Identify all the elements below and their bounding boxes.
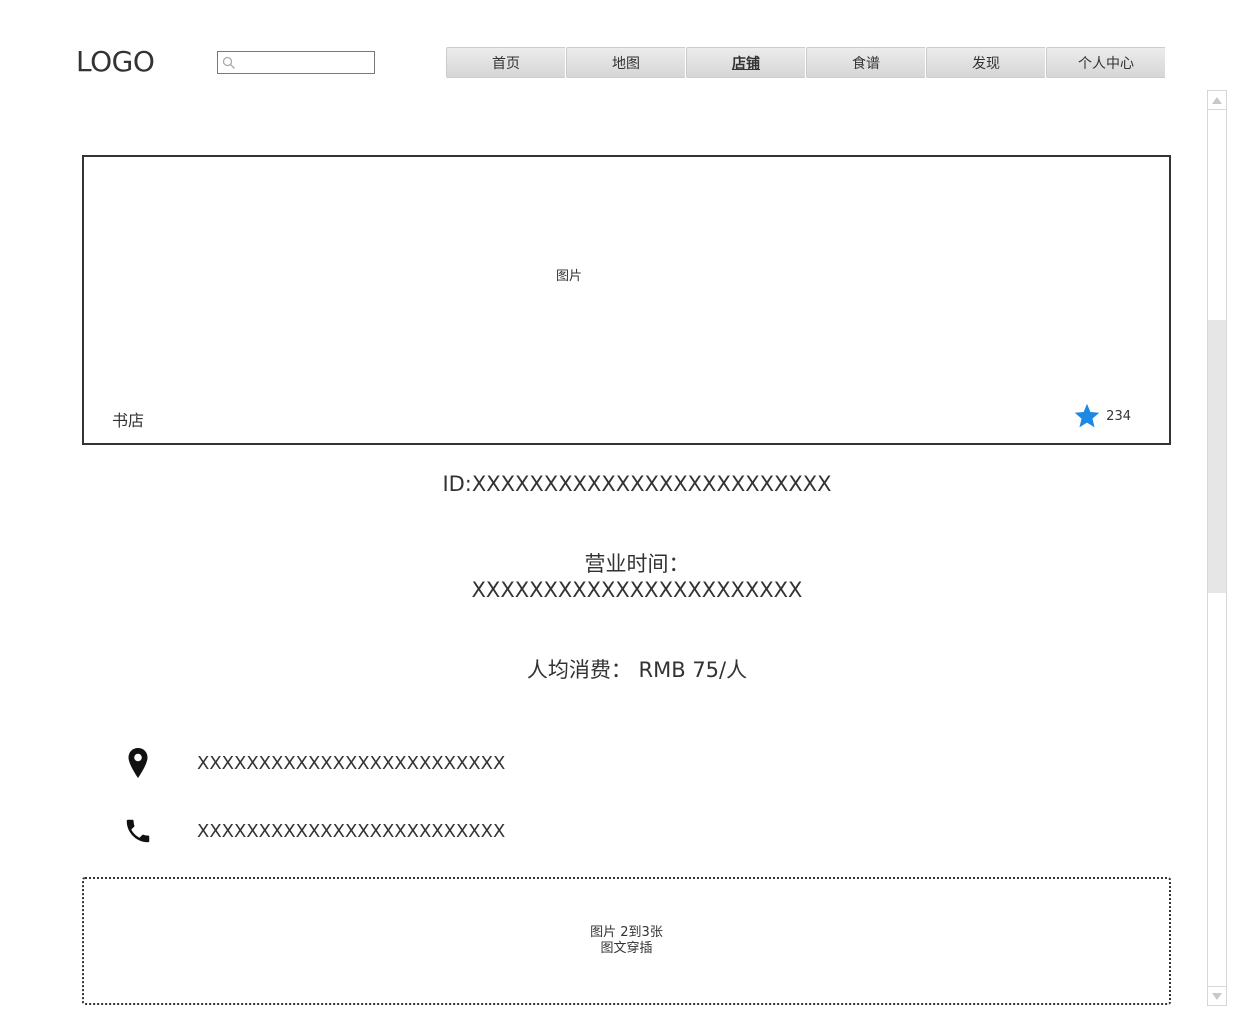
- logo[interactable]: LOGO: [76, 44, 155, 80]
- search-box[interactable]: [217, 51, 375, 74]
- address-row: XXXXXXXXXXXXXXXXXXXXXXXXX: [118, 745, 505, 781]
- location-pin-icon: [128, 748, 148, 778]
- address-text: XXXXXXXXXXXXXXXXXXXXXXXXX: [197, 752, 506, 774]
- banner-placeholder-text: 图片: [556, 269, 583, 284]
- triangle-up-icon: [1212, 96, 1222, 104]
- triangle-down-icon: [1212, 992, 1222, 1000]
- business-hours-value: XXXXXXXXXXXXXXXXXXXXXXX: [471, 578, 803, 602]
- nav-map[interactable]: 地图: [566, 47, 686, 78]
- shop-banner-image: 图片 书店 234: [82, 155, 1171, 445]
- search-input[interactable]: [236, 53, 374, 72]
- phone-text[interactable]: XXXXXXXXXXXXXXXXXXXXXXXXX: [197, 821, 505, 842]
- favorite-badge[interactable]: 234: [1073, 402, 1131, 430]
- phone-icon[interactable]: [123, 816, 153, 846]
- shop-name: 书店: [112, 411, 145, 430]
- gallery-line-1: 图片 2到3张: [590, 925, 663, 940]
- favorite-count: 234: [1106, 408, 1131, 424]
- scroll-down-button[interactable]: [1208, 986, 1226, 1005]
- main-nav: 首页 地图 店铺 食谱 发现 个人中心: [446, 47, 1166, 78]
- gallery-placeholder: 图片 2到3张 图文穿插: [82, 877, 1171, 1005]
- scroll-up-button[interactable]: [1208, 91, 1226, 110]
- phone-row: XXXXXXXXXXXXXXXXXXXXXXXXX: [118, 813, 505, 849]
- star-icon[interactable]: [1073, 402, 1101, 430]
- shop-id: ID:XXXXXXXXXXXXXXXXXXXXXXXXX: [442, 472, 832, 496]
- nav-recipes[interactable]: 食谱: [806, 47, 926, 78]
- business-hours-label: 营业时间：: [584, 552, 690, 576]
- nav-profile[interactable]: 个人中心: [1046, 47, 1166, 78]
- nav-discover[interactable]: 发现: [926, 47, 1046, 78]
- search-icon: [222, 56, 235, 69]
- nav-home[interactable]: 首页: [446, 47, 566, 78]
- nav-shop[interactable]: 店铺: [686, 47, 806, 78]
- page-scrollbar[interactable]: [1207, 90, 1227, 1006]
- average-price: 人均消费： RMB 75/人: [526, 658, 748, 682]
- gallery-line-2: 图文穿插: [600, 941, 653, 956]
- business-hours: 营业时间： XXXXXXXXXXXXXXXXXXXXXXX: [0, 551, 1258, 603]
- shop-detail-page: LOGO 首页 地图 店铺 食谱 发现 个人中心 图片 书店 234 ID:XX…: [0, 0, 1258, 1036]
